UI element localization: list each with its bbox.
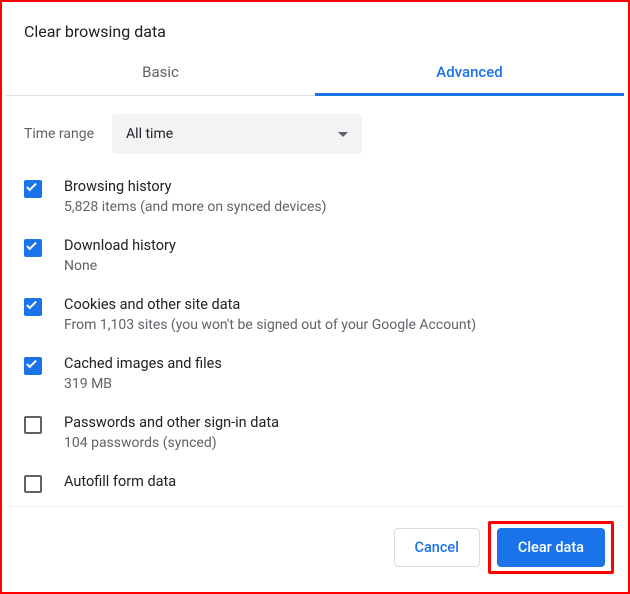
tabs: Basic Advanced [6,51,624,96]
list-item: Download history None [24,237,606,274]
clear-browsing-data-dialog: Clear browsing data Basic Advanced Time … [6,6,624,588]
dialog-title: Clear browsing data [6,6,624,51]
list-item: Autofill form data [24,473,606,494]
item-title: Browsing history [64,178,327,195]
check-icon [26,181,37,192]
cancel-button[interactable]: Cancel [394,528,480,567]
dialog-footer: Cancel Clear data [6,506,624,588]
list-item: Cached images and files 319 MB [24,355,606,392]
item-title: Autofill form data [64,473,176,490]
item-title: Cached images and files [64,355,222,372]
check-icon [26,358,37,369]
item-title: Download history [64,237,176,254]
checkbox-autofill[interactable] [24,475,42,493]
chevron-down-icon [338,132,348,137]
dialog-body[interactable]: Time range All time Browsing history 5,8… [6,96,624,506]
clear-data-button[interactable]: Clear data [497,528,605,567]
list-item: Passwords and other sign-in data 104 pas… [24,414,606,451]
item-subtitle: From 1,103 sites (you won't be signed ou… [64,317,476,333]
item-subtitle: 319 MB [64,376,222,392]
item-title: Passwords and other sign-in data [64,414,279,431]
list-item: Browsing history 5,828 items (and more o… [24,178,606,215]
time-range-value: All time [126,126,173,142]
highlight-box: Clear data [488,521,614,574]
checkbox-passwords[interactable] [24,416,42,434]
tab-basic[interactable]: Basic [6,51,315,95]
options-list: Browsing history 5,828 items (and more o… [24,178,606,504]
list-item: Cookies and other site data From 1,103 s… [24,296,606,333]
item-subtitle: None [64,258,176,274]
tab-advanced[interactable]: Advanced [315,51,624,95]
item-subtitle: 5,828 items (and more on synced devices) [64,199,327,215]
time-range-row: Time range All time [24,114,606,154]
check-icon [26,299,37,310]
time-range-label: Time range [24,126,94,142]
check-icon [26,240,37,251]
checkbox-cookies[interactable] [24,298,42,316]
item-subtitle: 104 passwords (synced) [64,435,279,451]
time-range-select[interactable]: All time [112,114,362,154]
checkbox-download-history[interactable] [24,239,42,257]
checkbox-cached-images[interactable] [24,357,42,375]
checkbox-browsing-history[interactable] [24,180,42,198]
item-title: Cookies and other site data [64,296,476,313]
